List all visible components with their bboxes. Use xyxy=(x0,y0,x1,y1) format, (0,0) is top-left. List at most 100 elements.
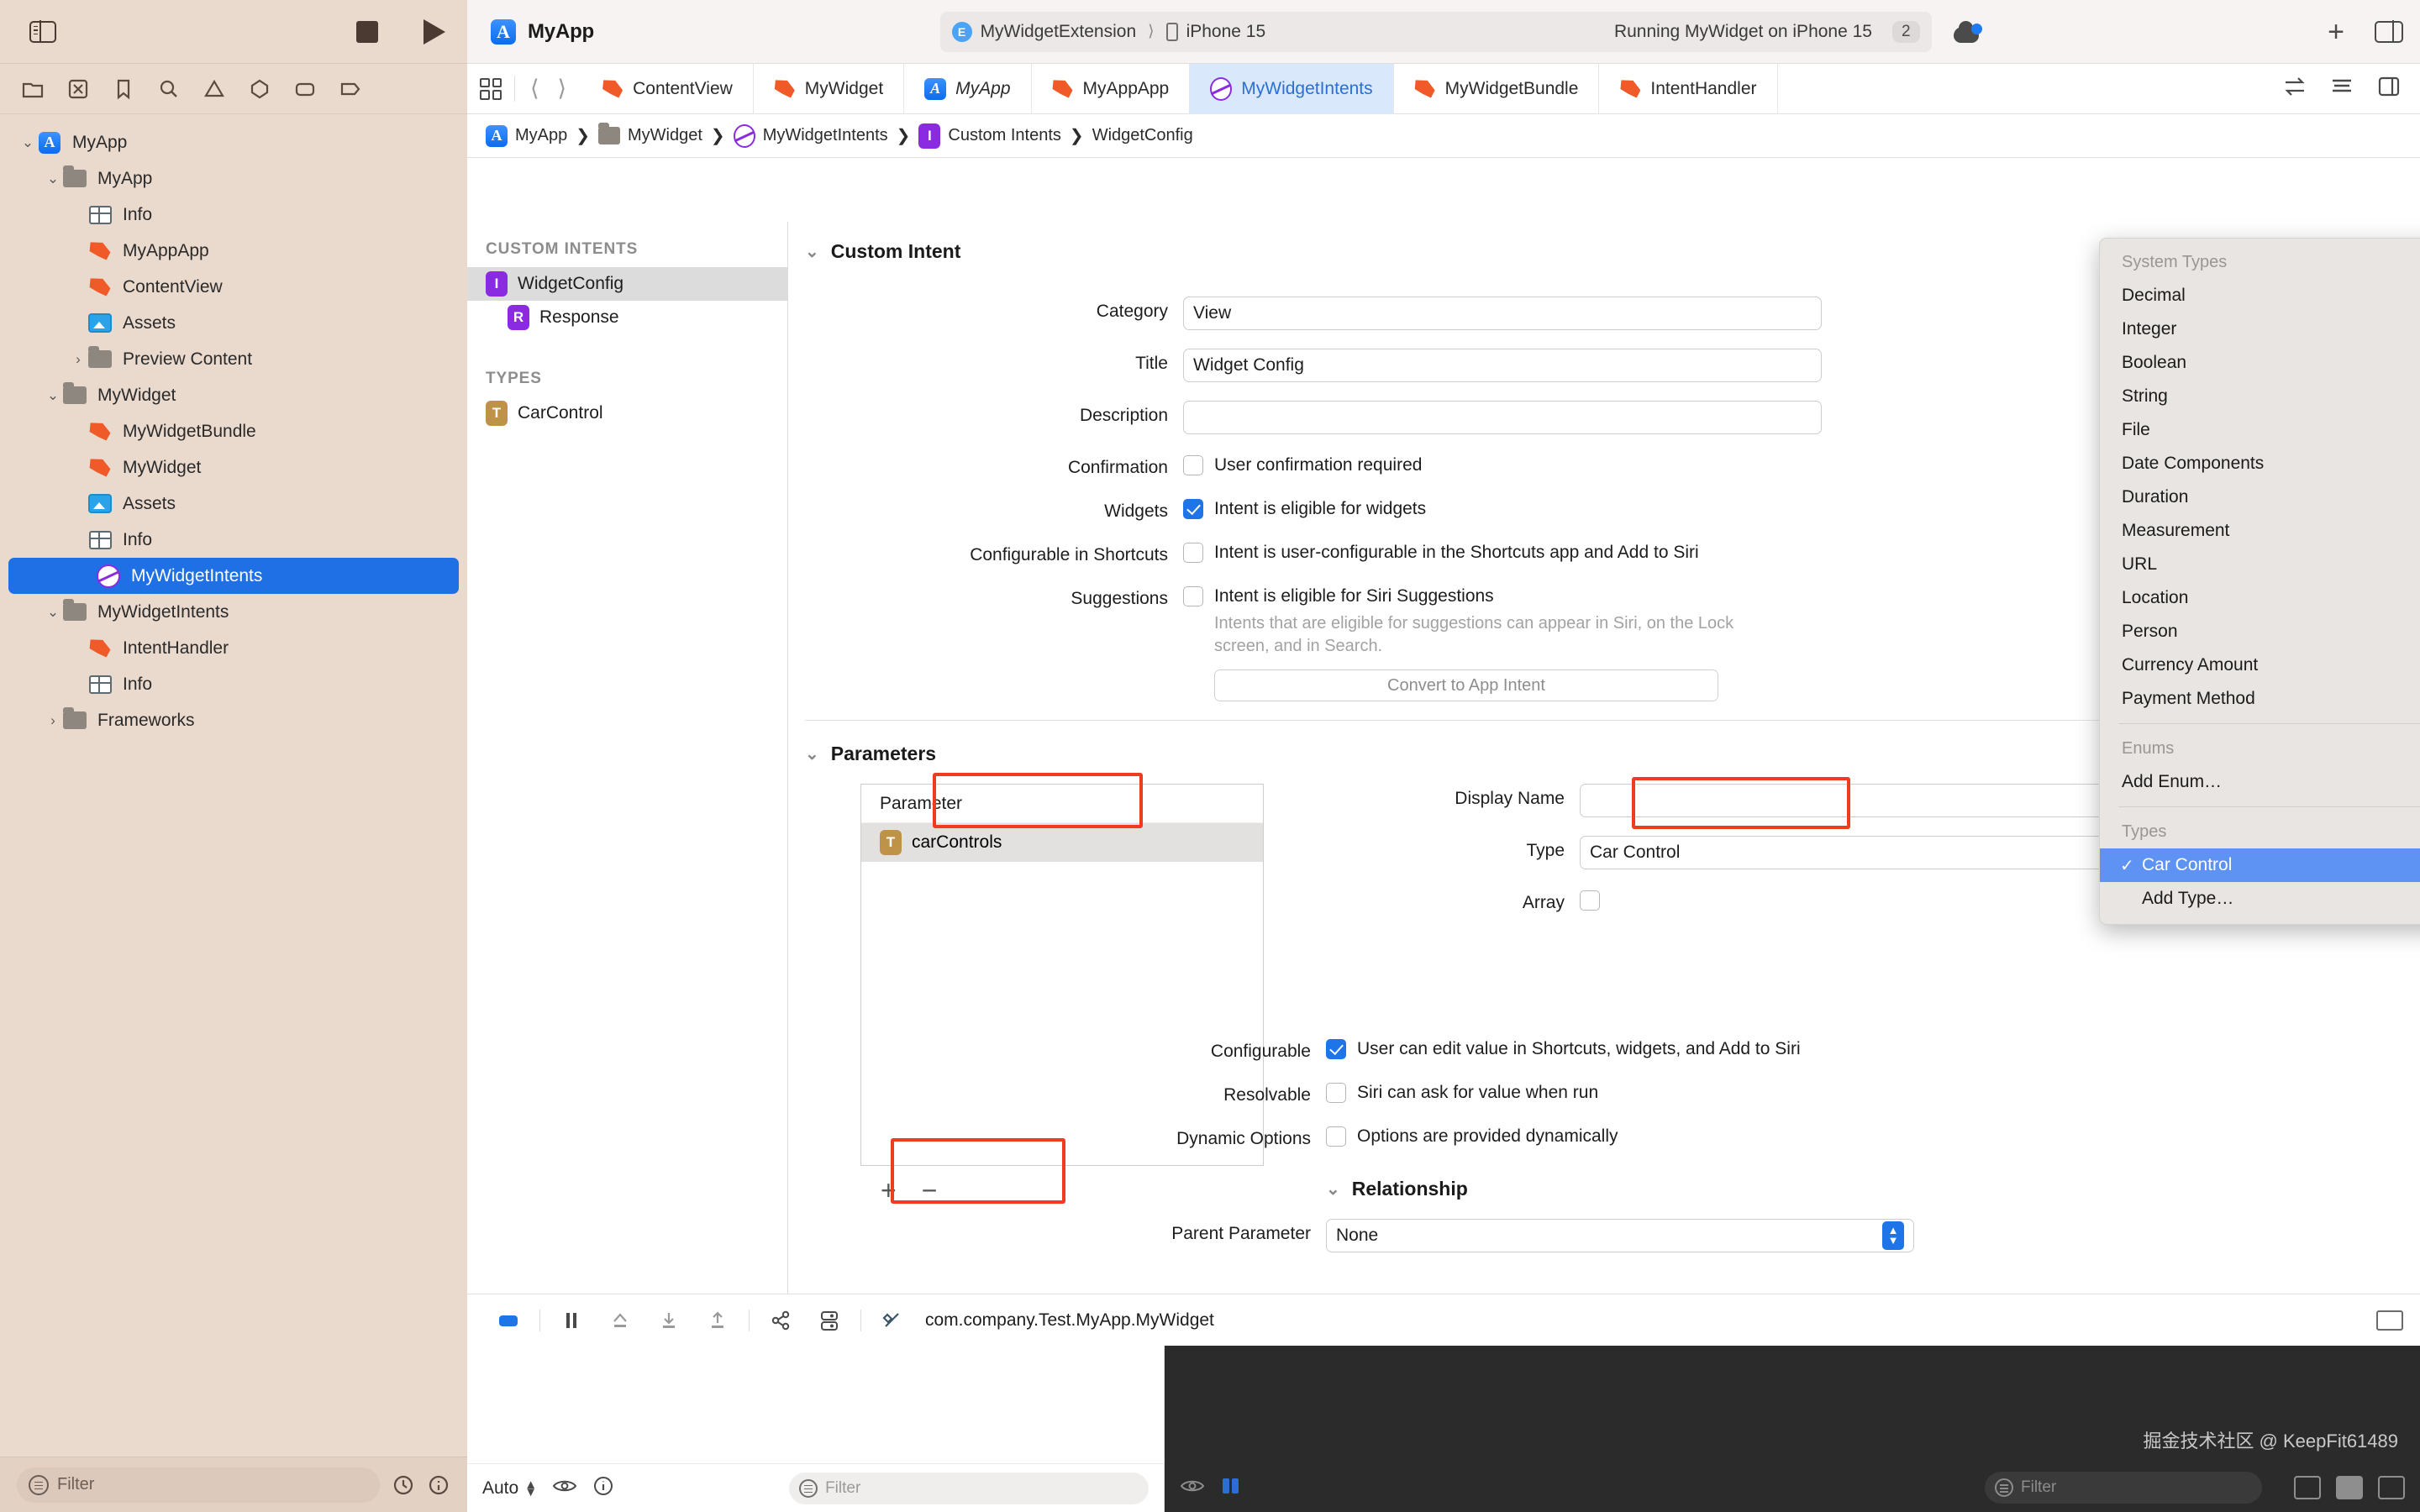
breadcrumb-item[interactable]: ICustom Intents xyxy=(918,123,1061,149)
menu-item[interactable]: File xyxy=(2100,413,2420,447)
debug-navigator-icon[interactable] xyxy=(294,78,316,100)
menu-item[interactable]: ✓Car Control xyxy=(2100,848,2420,882)
disclosure-triangle-icon[interactable]: ⌄ xyxy=(1326,1179,1340,1200)
source-control-filter-icon[interactable] xyxy=(427,1473,450,1497)
chevron-down-icon[interactable]: ⌄ xyxy=(44,171,62,187)
menu-item[interactable]: Add Enum… xyxy=(2100,765,2420,799)
chevron-down-icon[interactable]: ⌄ xyxy=(44,604,62,621)
pause-button[interactable] xyxy=(547,1294,596,1347)
widgets-checkbox-row[interactable]: Intent is eligible for widgets xyxy=(1183,496,1426,519)
breadcrumb-item[interactable]: MyWidgetIntents xyxy=(734,125,888,147)
file-tree-row[interactable]: ›Preview Content xyxy=(0,341,467,377)
toggle-debug-area-button[interactable] xyxy=(484,1294,533,1347)
custom-intents-list[interactable]: IWidgetConfigRResponse xyxy=(467,267,787,334)
intent-list-item[interactable]: RResponse xyxy=(467,301,787,334)
menu-item[interactable]: Duration xyxy=(2100,480,2420,514)
show-split-button[interactable] xyxy=(2336,1476,2363,1499)
chevron-right-icon[interactable]: › xyxy=(44,712,62,729)
menu-item[interactable]: Add Type… xyxy=(2100,882,2420,916)
recent-files-filter-icon[interactable] xyxy=(392,1473,415,1497)
breadcrumb-item[interactable]: MyWidget xyxy=(598,125,702,147)
intent-list-item[interactable]: IWidgetConfig xyxy=(467,267,787,301)
configurable-checkbox[interactable] xyxy=(1326,1039,1346,1059)
editor-tab[interactable]: MyWidgetBundle xyxy=(1394,64,1600,114)
chevron-down-icon[interactable]: ⌄ xyxy=(18,134,37,151)
source-control-navigator-icon[interactable] xyxy=(67,78,89,100)
breakpoint-navigator-icon[interactable] xyxy=(339,78,361,100)
view-hierarchy-button[interactable] xyxy=(756,1294,805,1347)
file-tree-row[interactable]: ›ContentView xyxy=(0,269,467,305)
menu-item[interactable]: Person xyxy=(2100,615,2420,648)
issue-navigator-icon[interactable] xyxy=(203,78,225,100)
file-tree-row[interactable]: ›Info xyxy=(0,197,467,233)
go-forward-button[interactable]: ⟩ xyxy=(558,76,567,102)
file-tree-row[interactable]: ›Info xyxy=(0,522,467,558)
console-filter-mode-icon[interactable] xyxy=(1220,1475,1242,1501)
add-editor-button[interactable]: + xyxy=(2328,18,2344,46)
trash-icon[interactable] xyxy=(2378,1476,2405,1499)
array-checkbox-row[interactable] xyxy=(1580,888,1600,911)
file-tree-row[interactable]: ⌄MyApp xyxy=(0,160,467,197)
menu-item[interactable]: Decimal xyxy=(2100,279,2420,312)
shortcuts-checkbox-row[interactable]: Intent is user-configurable in the Short… xyxy=(1183,540,1699,563)
memory-graph-button[interactable] xyxy=(805,1294,854,1347)
navigator-filter-field[interactable]: Filter xyxy=(17,1467,380,1503)
info-icon[interactable] xyxy=(592,1475,614,1501)
shortcuts-checkbox[interactable] xyxy=(1183,543,1203,563)
file-tree-row[interactable]: ⌄AMyApp xyxy=(0,124,467,160)
system-types-items[interactable]: DecimalIntegerBooleanStringFileDate Comp… xyxy=(2100,279,2420,716)
dynamic-options-checkbox-row[interactable]: Options are provided dynamically xyxy=(1326,1124,1618,1147)
disclosure-triangle-icon[interactable]: ⌄ xyxy=(805,241,819,262)
file-tree-row[interactable]: ⌄MyWidgetIntents xyxy=(0,594,467,630)
configurable-checkbox-row[interactable]: User can edit value in Shortcuts, widget… xyxy=(1326,1037,1801,1059)
type-list-item[interactable]: TCarControl xyxy=(467,396,787,430)
step-over-button[interactable] xyxy=(596,1294,644,1347)
file-tree-row[interactable]: ›MyWidgetIntents xyxy=(8,558,459,594)
file-tree-row[interactable]: ›Frameworks xyxy=(0,702,467,738)
menu-item[interactable]: Payment Method xyxy=(2100,682,2420,716)
menu-item[interactable]: Integer xyxy=(2100,312,2420,346)
file-tree-row[interactable]: ›MyAppApp xyxy=(0,233,467,269)
tab-overview-button[interactable] xyxy=(467,78,514,100)
scope-selector[interactable]: Auto ▲▼ xyxy=(482,1478,537,1499)
confirmation-checkbox-row[interactable]: User confirmation required xyxy=(1183,453,1422,475)
folder-navigator-icon[interactable] xyxy=(22,78,44,100)
minimap-icon[interactable] xyxy=(2329,76,2354,102)
editor-tab[interactable]: ContentView xyxy=(581,64,754,114)
editor-tab[interactable]: MyAppApp xyxy=(1032,64,1191,114)
scheme-and-destination-chip[interactable]: E MyWidgetExtension ⟩ iPhone 15 Running … xyxy=(940,12,1932,52)
resolvable-checkbox-row[interactable]: Siri can ask for value when run xyxy=(1326,1080,1598,1103)
toggle-inspector-button[interactable] xyxy=(2375,21,2403,43)
eye-icon[interactable] xyxy=(552,1477,577,1499)
suggestions-checkbox[interactable] xyxy=(1183,586,1203,606)
breadcrumb-item[interactable]: AMyApp xyxy=(486,125,567,147)
chevron-up-down-icon[interactable]: ▲▼ xyxy=(1882,1221,1904,1250)
project-file-tree[interactable]: ⌄AMyApp⌄MyApp›Info›MyAppApp›ContentView›… xyxy=(0,114,467,738)
resolvable-checkbox[interactable] xyxy=(1326,1083,1346,1103)
console-layout-icon[interactable] xyxy=(2376,1310,2403,1331)
parent-parameter-select[interactable]: None ▲▼ xyxy=(1326,1219,1914,1252)
menu-item[interactable]: String xyxy=(2100,380,2420,413)
chevron-right-icon[interactable]: › xyxy=(69,351,87,368)
type-select[interactable]: Car Control xyxy=(1580,836,2134,869)
menu-item[interactable]: URL xyxy=(2100,548,2420,581)
file-tree-row[interactable]: ›IntentHandler xyxy=(0,630,467,666)
parameter-rows[interactable]: TcarControls xyxy=(861,823,1263,862)
dynamic-options-checkbox[interactable] xyxy=(1326,1126,1346,1147)
scheme-name[interactable]: MyWidgetExtension xyxy=(981,22,1137,42)
menu-item[interactable]: Boolean xyxy=(2100,346,2420,380)
suggestions-checkbox-row[interactable]: Intent is eligible for Siri Suggestions xyxy=(1183,584,1735,606)
toggle-editor-inspector-icon[interactable] xyxy=(2376,76,2402,102)
toggle-navigator-button[interactable] xyxy=(24,13,62,51)
file-tree-row[interactable]: ⌄MyWidget xyxy=(0,377,467,413)
destination-name[interactable]: iPhone 15 xyxy=(1186,22,1266,42)
cloud-status-icon[interactable] xyxy=(1954,21,1982,43)
parameter-row[interactable]: TcarControls xyxy=(861,823,1263,862)
show-console-only-button[interactable] xyxy=(2294,1476,2321,1499)
file-tree-row[interactable]: ›Assets xyxy=(0,486,467,522)
test-navigator-icon[interactable] xyxy=(249,78,271,100)
widgets-checkbox[interactable] xyxy=(1183,499,1203,519)
convert-to-app-intent-button[interactable]: Convert to App Intent xyxy=(1214,669,1718,701)
bookmark-navigator-icon[interactable] xyxy=(113,78,134,100)
editor-tab[interactable]: MyWidgetIntents xyxy=(1190,64,1393,114)
